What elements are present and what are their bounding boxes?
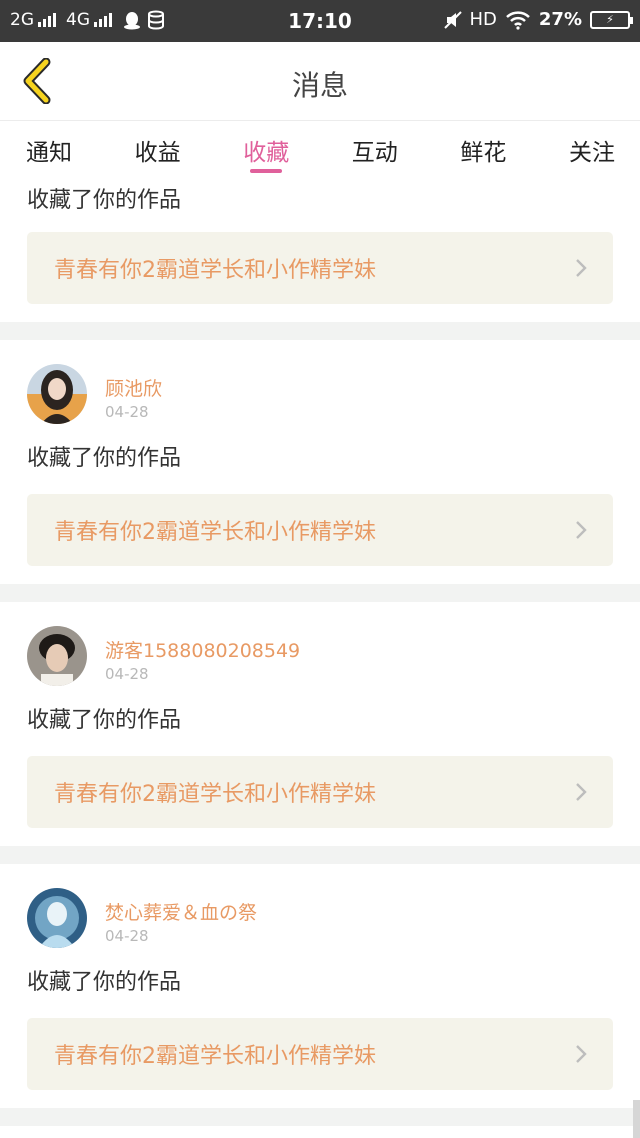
date: 04-28 bbox=[105, 403, 149, 421]
username[interactable]: 顾池欣 bbox=[105, 374, 162, 401]
avatar[interactable] bbox=[27, 626, 87, 686]
chevron-right-icon bbox=[576, 521, 587, 539]
work-link[interactable]: 青春有你2霸道学长和小作精学妹 bbox=[27, 1018, 613, 1090]
date: 04-28 bbox=[105, 665, 149, 683]
scrollbar[interactable] bbox=[633, 1100, 640, 1138]
tab-label: 关注 bbox=[568, 140, 615, 166]
chevron-right-icon bbox=[576, 783, 587, 801]
action-text: 收藏了你的作品 bbox=[27, 446, 182, 471]
battery-charging-icon: ⚡ bbox=[590, 10, 633, 29]
date: 04-28 bbox=[105, 927, 149, 945]
list-item: 焚心葬爱＆血の祭 04-28 收藏了你的作品 青春有你2霸道学长和小作精学妹 bbox=[0, 864, 640, 1108]
header: 消息 bbox=[0, 42, 640, 120]
tab-favorites[interactable]: 收藏 bbox=[221, 121, 311, 180]
action-text: 收藏了你的作品 bbox=[27, 708, 182, 733]
tab-underline bbox=[250, 169, 283, 173]
message-list[interactable]: 收藏了你的作品 青春有你2霸道学长和小作精学妹 顾池欣 04-28 收藏了你的作… bbox=[0, 180, 640, 1138]
work-link[interactable]: 青春有你2霸道学长和小作精学妹 bbox=[27, 756, 613, 828]
work-link[interactable]: 青春有你2霸道学长和小作精学妹 bbox=[27, 232, 613, 304]
tab-earnings[interactable]: 收益 bbox=[113, 121, 203, 180]
work-title: 青春有你2霸道学长和小作精学妹 bbox=[54, 782, 376, 807]
list-item: 游客1588080208549 04-28 收藏了你的作品 青春有你2霸道学长和… bbox=[0, 602, 640, 846]
status-right: HD 27% ⚡ bbox=[443, 9, 633, 30]
list-item: 顾池欣 04-28 收藏了你的作品 青春有你2霸道学长和小作精学妹 bbox=[0, 340, 640, 584]
tab-label: 通知 bbox=[26, 140, 72, 166]
action-text: 收藏了你的作品 bbox=[27, 188, 182, 213]
divider bbox=[0, 584, 640, 602]
avatar[interactable] bbox=[27, 364, 87, 424]
chevron-right-icon bbox=[576, 1045, 587, 1063]
avatar[interactable] bbox=[27, 888, 87, 948]
mute-icon bbox=[443, 10, 462, 29]
work-title: 青春有你2霸道学长和小作精学妹 bbox=[54, 258, 376, 283]
work-link[interactable]: 青春有你2霸道学长和小作精学妹 bbox=[27, 494, 613, 566]
tab-label: 互动 bbox=[351, 140, 398, 166]
divider bbox=[0, 1108, 640, 1126]
tab-label: 收藏 bbox=[243, 140, 290, 166]
divider bbox=[0, 322, 640, 340]
battery-percent: 27% bbox=[538, 9, 582, 30]
chevron-right-icon bbox=[576, 259, 587, 277]
username[interactable]: 焚心葬爱＆血の祭 bbox=[105, 898, 257, 925]
tab-bar: 通知 收益 收藏 互动 鲜花 关注 bbox=[0, 120, 640, 180]
username[interactable]: 游客1588080208549 bbox=[105, 636, 300, 663]
list-item: 收藏了你的作品 青春有你2霸道学长和小作精学妹 bbox=[0, 180, 640, 322]
tab-label: 收益 bbox=[134, 140, 181, 166]
work-title: 青春有你2霸道学长和小作精学妹 bbox=[54, 520, 376, 545]
tab-label: 鲜花 bbox=[460, 140, 507, 166]
hd-label: HD bbox=[469, 9, 497, 30]
tab-notification[interactable]: 通知 bbox=[4, 121, 94, 180]
wifi-icon bbox=[506, 10, 530, 30]
page-title: 消息 bbox=[291, 69, 348, 102]
divider bbox=[0, 846, 640, 864]
tab-interaction[interactable]: 互动 bbox=[330, 121, 420, 180]
action-text: 收藏了你的作品 bbox=[27, 970, 182, 995]
tab-follow[interactable]: 关注 bbox=[547, 121, 637, 180]
tab-flowers[interactable]: 鲜花 bbox=[438, 121, 528, 180]
status-bar: 2G 4G 17:10 HD 27% ⚡ bbox=[0, 0, 640, 42]
work-title: 青春有你2霸道学长和小作精学妹 bbox=[54, 1044, 376, 1069]
